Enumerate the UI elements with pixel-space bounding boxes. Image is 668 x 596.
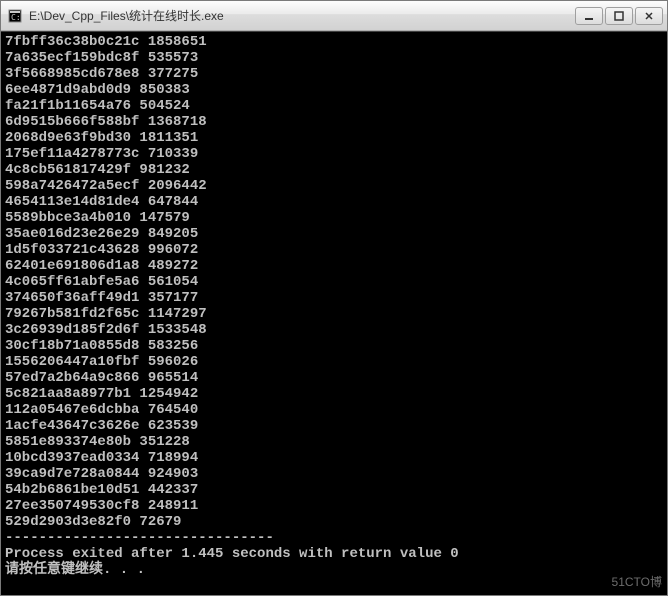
output-line: 4654113e14d81de4 647844: [5, 194, 663, 210]
output-line: 2068d9e63f9bd30 1811351: [5, 130, 663, 146]
console-output[interactable]: 7fbff36c38b0c21c 18586517a635ecf159bdc8f…: [1, 31, 667, 595]
output-line: 1acfe43647c3626e 623539: [5, 418, 663, 434]
output-line: 7a635ecf159bdc8f 535573: [5, 50, 663, 66]
window-title: E:\Dev_Cpp_Files\统计在线时长.exe: [29, 7, 575, 24]
output-line: 7fbff36c38b0c21c 1858651: [5, 34, 663, 50]
output-line: 30cf18b71a0855d8 583256: [5, 338, 663, 354]
svg-text:C:: C:: [11, 13, 21, 22]
output-line: 529d2903d3e82f0 72679: [5, 514, 663, 530]
output-line: 374650f36aff49d1 357177: [5, 290, 663, 306]
window-controls: [575, 7, 663, 25]
output-line: 5589bbce3a4b010 147579: [5, 210, 663, 226]
output-line: 27ee350749530cf8 248911: [5, 498, 663, 514]
output-line: fa21f1b11654a76 504524: [5, 98, 663, 114]
output-line: 6d9515b666f588bf 1368718: [5, 114, 663, 130]
exit-message: Process exited after 1.445 seconds with …: [5, 546, 663, 562]
minimize-button[interactable]: [575, 7, 603, 25]
output-line: 175ef11a4278773c 710339: [5, 146, 663, 162]
titlebar[interactable]: C: E:\Dev_Cpp_Files\统计在线时长.exe: [1, 1, 667, 31]
output-line: 112a05467e6dcbba 764540: [5, 402, 663, 418]
output-line: 5851e893374e80b 351228: [5, 434, 663, 450]
output-line: 54b2b6861be10d51 442337: [5, 482, 663, 498]
output-line: 1d5f033721c43628 996072: [5, 242, 663, 258]
output-line: 6ee4871d9abd0d9 850383: [5, 82, 663, 98]
output-line: 4c8cb561817429f 981232: [5, 162, 663, 178]
output-line: 3f5668985cd678e8 377275: [5, 66, 663, 82]
separator-line: --------------------------------: [5, 530, 663, 546]
output-line: 3c26939d185f2d6f 1533548: [5, 322, 663, 338]
app-window: C: E:\Dev_Cpp_Files\统计在线时长.exe 7fbff36c3…: [0, 0, 668, 596]
output-line: 62401e691806d1a8 489272: [5, 258, 663, 274]
output-line: 598a7426472a5ecf 2096442: [5, 178, 663, 194]
output-line: 39ca9d7e728a0844 924903: [5, 466, 663, 482]
output-line: 35ae016d23e26e29 849205: [5, 226, 663, 242]
output-line: 4c065ff61abfe5a6 561054: [5, 274, 663, 290]
output-line: 5c821aa8a8977b1 1254942: [5, 386, 663, 402]
output-line: 79267b581fd2f65c 1147297: [5, 306, 663, 322]
output-line: 10bcd3937ead0334 718994: [5, 450, 663, 466]
continue-prompt: 请按任意键继续. . .: [5, 562, 663, 578]
output-line: 1556206447a10fbf 596026: [5, 354, 663, 370]
app-icon: C:: [7, 8, 23, 24]
maximize-button[interactable]: [605, 7, 633, 25]
close-button[interactable]: [635, 7, 663, 25]
output-line: 57ed7a2b64a9c866 965514: [5, 370, 663, 386]
